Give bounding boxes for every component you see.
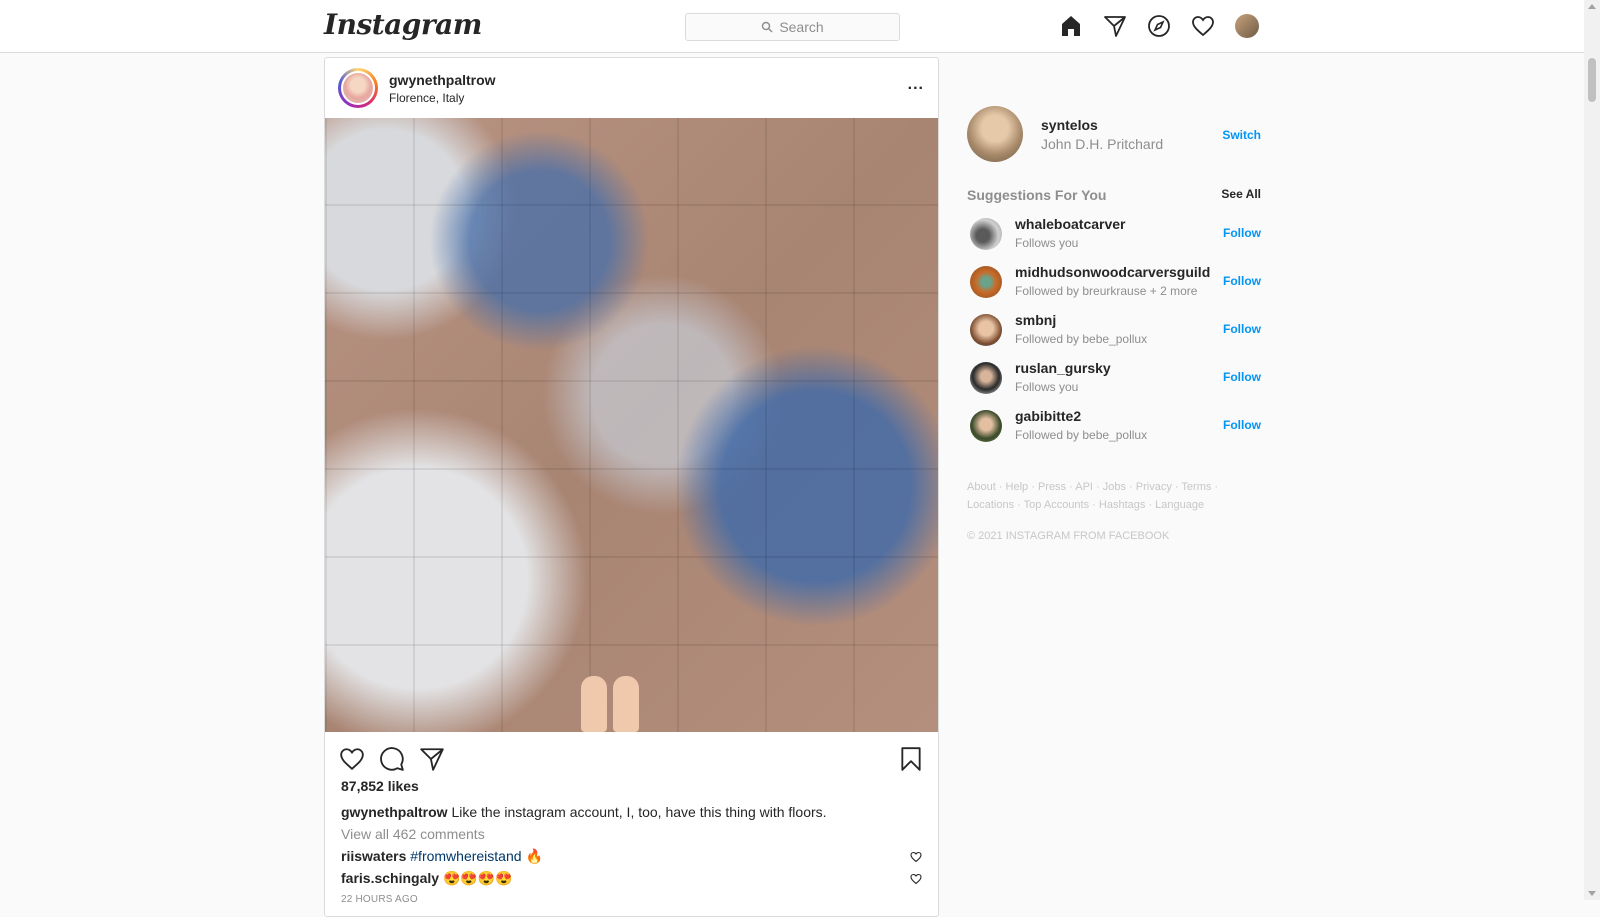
follow-button[interactable]: Follow (1223, 322, 1261, 336)
feet-in-photo (575, 668, 645, 732)
footer-link-api[interactable]: API (1075, 481, 1093, 493)
share-icon[interactable] (419, 746, 445, 772)
suggestion-avatar[interactable] (970, 266, 1002, 298)
suggestion-item: midhudsonwoodcarversguild Followed by br… (967, 262, 1261, 310)
footer-link-press[interactable]: Press (1038, 481, 1066, 493)
suggestion-item: gabibitte2 Followed by bebe_pollux Follo… (967, 406, 1261, 454)
current-user-avatar[interactable] (967, 106, 1023, 162)
home-icon[interactable] (1058, 13, 1084, 39)
comment-like-icon[interactable] (910, 851, 922, 863)
see-all-button[interactable]: See All (1221, 187, 1261, 201)
instagram-logo[interactable]: Instagram (324, 8, 482, 41)
footer-link-jobs[interactable]: Jobs (1103, 481, 1126, 493)
scroll-up-arrow-icon[interactable] (1588, 4, 1596, 9)
post-location[interactable]: Florence, Italy (389, 91, 464, 105)
scroll-thumb[interactable] (1588, 58, 1596, 102)
suggestion-context: Follows you (1015, 236, 1079, 250)
follow-button[interactable]: Follow (1223, 226, 1261, 240)
caption-username[interactable]: gwynethpaltrow (341, 804, 448, 820)
footer-link-terms[interactable]: Terms (1181, 481, 1211, 493)
suggestion-username[interactable]: smbnj (1015, 312, 1056, 328)
view-all-comments-link[interactable]: View all 462 comments (341, 826, 485, 842)
comment-icon[interactable] (379, 746, 405, 772)
story-ring[interactable] (338, 68, 378, 108)
suggestion-context: Follows you (1015, 380, 1079, 394)
like-heart-icon[interactable] (339, 746, 365, 772)
search-input[interactable]: Search (685, 13, 900, 41)
comment-hashtag[interactable]: #fromwhereistand (410, 848, 521, 864)
suggestion-context: Followed by breurkrause + 2 more (1015, 284, 1198, 298)
suggestions-title: Suggestions For You (967, 187, 1107, 203)
more-options-icon[interactable]: ... (908, 76, 924, 94)
suggestion-item: whaleboatcarver Follows you Follow (967, 214, 1261, 262)
post-actions (339, 746, 445, 772)
footer-link-locations[interactable]: Locations (967, 499, 1014, 511)
comment-row: riiswaters #fromwhereistand 🔥 (341, 848, 543, 865)
switch-account-button[interactable]: Switch (1222, 128, 1261, 142)
post-image[interactable] (325, 118, 938, 732)
comment-username[interactable]: riiswaters (341, 848, 406, 864)
suggestion-username[interactable]: whaleboatcarver (1015, 216, 1126, 232)
footer-link-privacy[interactable]: Privacy (1136, 481, 1172, 493)
footer-link-language[interactable]: Language (1155, 499, 1204, 511)
post-header: gwynethpaltrow Florence, Italy ... (325, 58, 938, 118)
footer-link-hashtags[interactable]: Hashtags (1099, 499, 1145, 511)
bookmark-icon[interactable] (898, 746, 924, 772)
suggestion-item: ruslan_gursky Follows you Follow (967, 358, 1261, 406)
footer-link-help[interactable]: Help (1006, 481, 1029, 493)
comment-username[interactable]: faris.schingaly (341, 870, 439, 886)
suggestion-avatar[interactable] (970, 410, 1002, 442)
comment-text: 🔥 (525, 848, 543, 864)
follow-button[interactable]: Follow (1223, 274, 1261, 288)
footer-links: About · Help · Press · API · Jobs · Priv… (967, 481, 1219, 511)
like-count[interactable]: 87,852 likes (341, 778, 419, 794)
suggestion-avatar[interactable] (970, 218, 1002, 250)
feed-post: gwynethpaltrow Florence, Italy ... 87,85… (324, 57, 939, 917)
profile-icon[interactable] (1234, 13, 1260, 39)
suggestion-avatar[interactable] (970, 314, 1002, 346)
explore-icon[interactable] (1146, 13, 1172, 39)
comment-row: faris.schingaly 😍😍😍😍 (341, 870, 513, 887)
caption-text: Like the instagram account, I, too, have… (451, 804, 827, 820)
suggestion-username[interactable]: gabibitte2 (1015, 408, 1081, 424)
top-navigation: Instagram Search (0, 0, 1584, 53)
footer-link-about[interactable]: About (967, 481, 996, 493)
footer-link-top-accounts[interactable]: Top Accounts (1024, 499, 1089, 511)
comment-like-icon[interactable] (910, 873, 922, 885)
suggestion-avatar[interactable] (970, 362, 1002, 394)
search-placeholder: Search (779, 19, 824, 35)
scroll-down-arrow-icon[interactable] (1588, 891, 1596, 896)
page-scrollbar[interactable] (1584, 0, 1600, 900)
suggestion-context: Followed by bebe_pollux (1015, 332, 1148, 346)
follow-button[interactable]: Follow (1223, 370, 1261, 384)
post-author-username[interactable]: gwynethpaltrow (389, 72, 496, 88)
direct-icon[interactable] (1102, 13, 1128, 39)
profile-avatar (1235, 14, 1259, 38)
copyright: © 2021 INSTAGRAM FROM FACEBOOK (967, 530, 1170, 542)
follow-button[interactable]: Follow (1223, 418, 1261, 432)
nav-icons (1058, 13, 1260, 39)
current-user-fullname: John D.H. Pritchard (1041, 136, 1164, 152)
suggestion-username[interactable]: midhudsonwoodcarversguild (1015, 264, 1210, 280)
suggestion-item: smbnj Followed by bebe_pollux Follow (967, 310, 1261, 358)
suggestion-username[interactable]: ruslan_gursky (1015, 360, 1111, 376)
post-author-avatar (341, 71, 375, 105)
search-icon (762, 21, 773, 33)
current-user-username[interactable]: syntelos (1041, 117, 1098, 133)
suggestions-list: whaleboatcarver Follows you Follow midhu… (967, 214, 1261, 454)
comment-text: 😍😍😍😍 (442, 870, 513, 886)
activity-icon[interactable] (1190, 13, 1216, 39)
suggestion-context: Followed by bebe_pollux (1015, 428, 1148, 442)
post-caption: gwynethpaltrow Like the instagram accoun… (341, 804, 827, 820)
